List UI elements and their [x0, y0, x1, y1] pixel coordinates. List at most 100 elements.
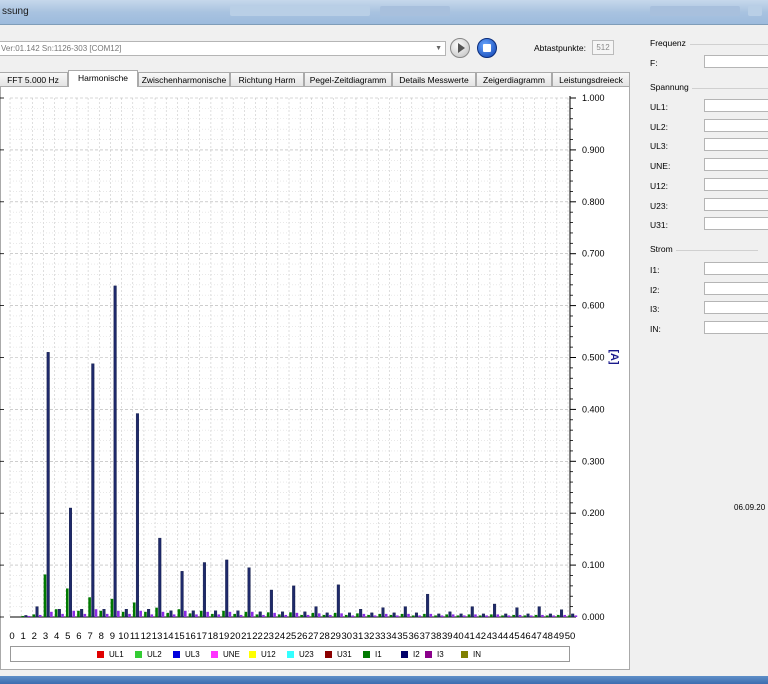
bar-i3 [250, 611, 254, 617]
bar-i1 [88, 597, 91, 617]
field-label: UNE: [650, 161, 671, 172]
bar-i2 [548, 613, 552, 618]
x-tick-label: 6 [76, 631, 81, 642]
y-tick-label: 0.200 [582, 508, 605, 518]
value-field[interactable] [704, 321, 768, 335]
chart-legend: UL1 UL2 UL3 UNE U12 U23 U31 I1 I2 I3 IN [10, 646, 570, 662]
bar-i3 [83, 613, 87, 617]
strom-group-title: Strom [650, 244, 673, 254]
x-tick-label: 22 [252, 631, 263, 642]
bar-i1 [289, 612, 292, 617]
bar-i1 [434, 615, 437, 617]
bar-i2 [292, 585, 296, 618]
x-tick-label: 38 [431, 631, 442, 642]
value-field[interactable] [704, 177, 768, 191]
x-tick-label: 23 [263, 631, 274, 642]
x-tick-label: 21 [241, 631, 252, 642]
bar-i2 [180, 571, 184, 618]
x-tick-label: 16 [185, 631, 196, 642]
x-tick-label: 43 [487, 631, 498, 642]
field-label: UL2: [650, 121, 668, 132]
value-field[interactable] [704, 138, 768, 152]
x-tick-label: 49 [554, 631, 565, 642]
bar-i1 [333, 612, 337, 617]
harmonics-chart: 1.000 0.900 0.800 0.700 0.600 0.500 0.400 0.300… [0, 93, 620, 642]
x-tick-label: 15 [174, 631, 185, 642]
y-tick-label: 1.000 [582, 93, 605, 103]
bar-i3 [128, 613, 131, 617]
y-tick-label: 0.700 [582, 249, 605, 259]
bar-i3 [440, 615, 444, 617]
bar-i3 [463, 615, 466, 617]
x-tick-label: 11 [130, 631, 140, 642]
x-tick-label: 20 [230, 631, 241, 642]
bar-i2 [169, 610, 173, 618]
legend-swatch [425, 651, 432, 658]
value-field[interactable] [704, 217, 768, 231]
bar-i3 [172, 614, 176, 617]
spannung-group-title: Spannung [650, 82, 689, 92]
bar-i1 [400, 613, 404, 617]
bar-i2 [35, 606, 39, 618]
legend-swatch [363, 651, 370, 658]
bar-i1 [523, 615, 527, 617]
bar-i3 [507, 615, 511, 617]
bar-i2 [414, 612, 418, 618]
field-label: U23: [650, 200, 668, 211]
bar-i1 [568, 615, 571, 617]
bar-i3 [317, 613, 321, 617]
bar-i1 [534, 614, 538, 617]
y-tick-label: 0.500 [582, 353, 605, 363]
x-tick-label: 29 [330, 631, 341, 642]
value-field[interactable] [704, 118, 768, 132]
legend-label: I3 [437, 650, 444, 659]
title-bar-blurred-region [748, 6, 762, 16]
x-tick-label: 39 [442, 631, 453, 642]
value-field[interactable] [704, 197, 768, 211]
legend-label: U12 [261, 650, 276, 659]
value-field[interactable] [704, 158, 768, 172]
x-tick-label: 25 [286, 631, 297, 642]
bar-i2 [571, 613, 575, 618]
bar-i2 [269, 589, 273, 618]
bar-i2 [336, 584, 340, 618]
bar-i3 [396, 615, 399, 617]
x-tick-label: 18 [208, 631, 219, 642]
spannung-group-divider [692, 88, 768, 89]
f-field[interactable] [704, 55, 768, 68]
bar-i3 [496, 614, 500, 617]
legend-swatch [211, 651, 218, 658]
bar-i2 [247, 567, 251, 618]
value-field[interactable] [704, 301, 768, 315]
y-tick-label: 0.600 [582, 301, 605, 311]
x-tick-label: 14 [163, 631, 174, 642]
legend-swatch [249, 651, 256, 658]
bar-i1 [467, 614, 471, 617]
legend-label: I2 [413, 650, 420, 659]
bar-i2 [504, 613, 508, 618]
bar-i1 [166, 612, 170, 617]
x-tick-label: 5 [65, 631, 70, 642]
bar-i2 [325, 612, 329, 618]
bar-i3 [262, 614, 265, 617]
value-field[interactable] [704, 99, 768, 112]
bar-i3 [384, 613, 388, 617]
value-field[interactable] [704, 281, 768, 295]
bar-i1 [545, 615, 549, 617]
x-tick-label: 17 [196, 631, 207, 642]
bar-i2 [258, 611, 262, 618]
tab-harmonische[interactable]: Harmonische [68, 70, 138, 87]
field-label: I2: [650, 284, 660, 295]
bar-i3 [150, 614, 154, 617]
x-tick-label: 40 [453, 631, 464, 642]
y-tick-label: 0.100 [582, 560, 605, 570]
x-tick-label: 46 [520, 631, 531, 642]
x-tick-label: 2 [32, 631, 37, 642]
bar-i1 [54, 609, 58, 617]
x-tick-label: 31 [353, 631, 364, 642]
bar-i2 [459, 613, 463, 618]
legend-label: IN [473, 650, 481, 659]
x-tick-label: 10 [118, 631, 129, 642]
x-tick-label: 7 [87, 631, 92, 642]
value-field[interactable] [704, 262, 768, 275]
